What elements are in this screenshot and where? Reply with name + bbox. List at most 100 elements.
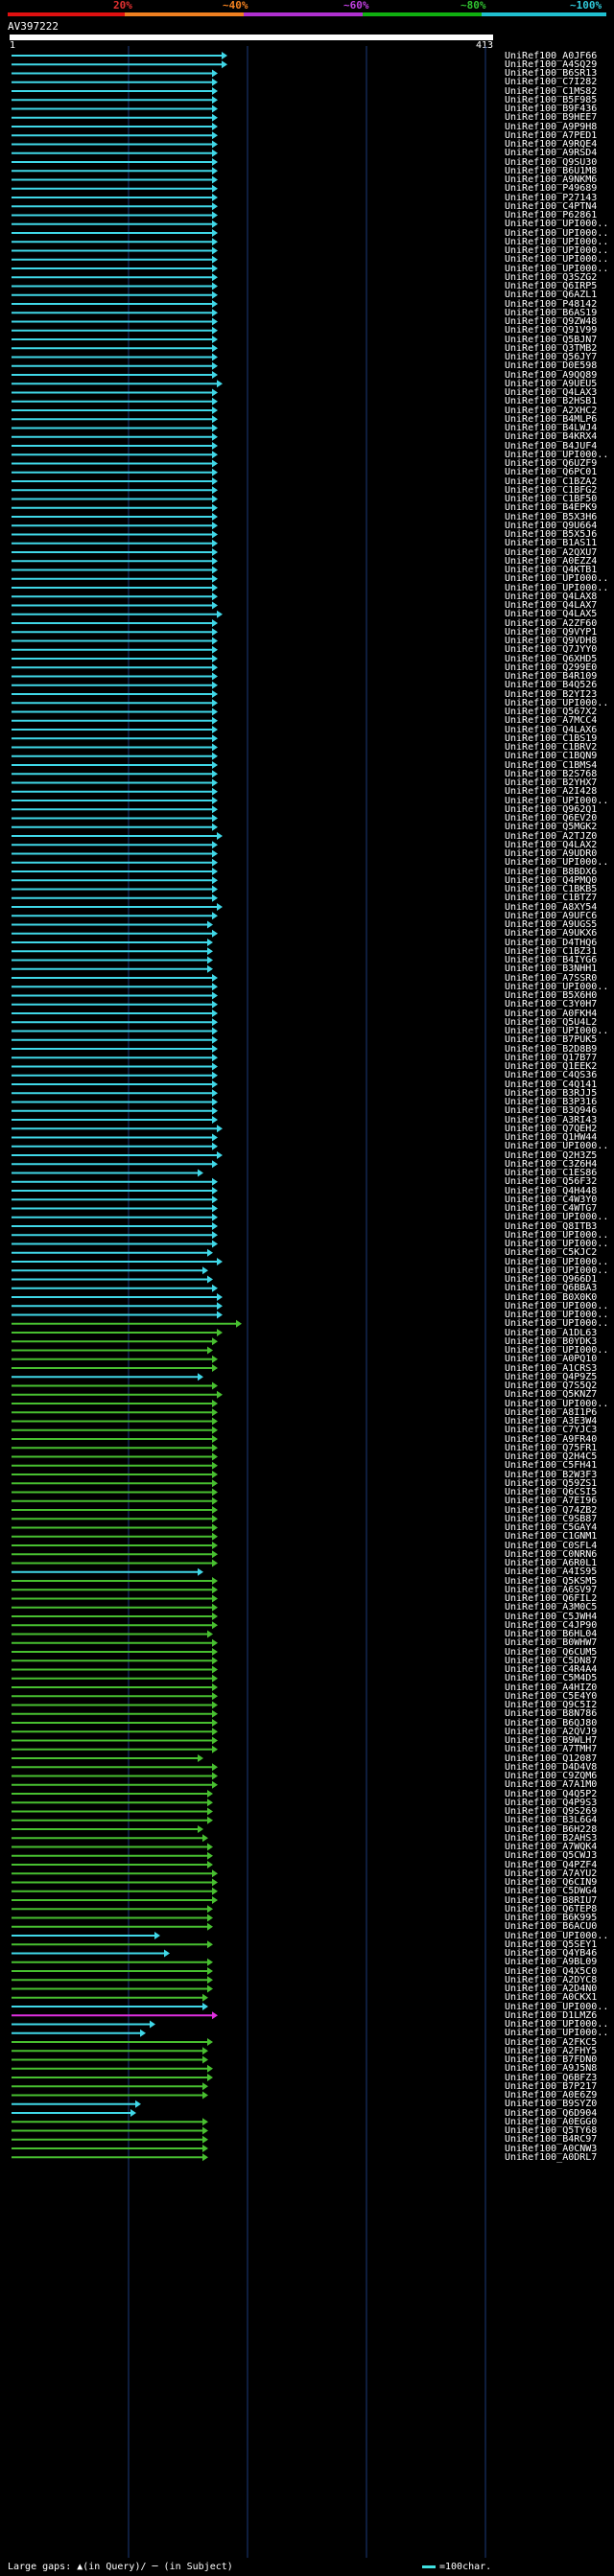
hit-alignment[interactable] (12, 610, 223, 618)
hit-alignment[interactable] (12, 273, 218, 282)
hit-alignment[interactable] (12, 229, 218, 237)
hit-alignment[interactable] (12, 1586, 218, 1594)
hit-alignment[interactable] (12, 743, 218, 752)
hit-alignment[interactable] (12, 1958, 213, 1966)
hit-alignment[interactable] (12, 1461, 218, 1470)
hit-alignment[interactable] (12, 1045, 218, 1053)
hit-alignment[interactable] (12, 265, 218, 272)
hit-alignment[interactable] (12, 1125, 223, 1133)
hit-alignment[interactable] (12, 1133, 218, 1142)
hit-alignment[interactable] (12, 1488, 218, 1497)
hit-alignment[interactable] (12, 1106, 218, 1115)
hit-alignment[interactable] (12, 1613, 218, 1620)
hit-alignment[interactable] (12, 1567, 203, 1576)
hit-alignment[interactable] (12, 1532, 218, 1541)
hit-alignment[interactable] (12, 513, 218, 521)
hit-alignment[interactable] (12, 574, 218, 583)
hit-alignment[interactable] (12, 1071, 218, 1079)
hit-alignment[interactable] (12, 1240, 218, 1248)
hit-alignment[interactable] (12, 2145, 208, 2152)
hit-alignment[interactable] (12, 1754, 203, 1762)
hit-alignment[interactable] (12, 2011, 218, 2020)
hit-alignment[interactable] (12, 1408, 218, 1417)
hit-alignment[interactable] (12, 1390, 223, 1399)
hit-alignment[interactable] (12, 832, 223, 840)
hit-alignment[interactable] (12, 1869, 218, 1878)
hit-alignment[interactable] (12, 548, 218, 556)
hit-alignment[interactable] (12, 1683, 218, 1691)
hit-alignment[interactable] (12, 761, 218, 769)
hit-alignment[interactable] (12, 1417, 218, 1426)
hit-alignment[interactable] (12, 530, 218, 539)
hit-alignment[interactable] (12, 1657, 218, 1665)
hit-alignment[interactable] (12, 947, 213, 956)
hit-alignment[interactable] (12, 1905, 213, 1914)
hit-alignment[interactable] (12, 1337, 218, 1346)
hit-alignment[interactable] (12, 1426, 218, 1434)
hit-alignment[interactable] (12, 2074, 213, 2081)
hit-alignment[interactable] (12, 601, 218, 610)
hit-alignment[interactable] (12, 1187, 218, 1195)
hit-alignment[interactable] (12, 2091, 208, 2100)
hit-alignment[interactable] (12, 655, 218, 662)
hit-alignment[interactable] (12, 184, 218, 193)
hit-alignment[interactable] (12, 1638, 218, 1647)
hit-alignment[interactable] (12, 282, 218, 290)
hit-alignment[interactable] (12, 1630, 213, 1638)
hit-alignment[interactable] (12, 1169, 203, 1177)
hit-alignment[interactable] (12, 1594, 218, 1603)
hit-alignment[interactable] (12, 522, 218, 530)
hit-alignment[interactable] (12, 1400, 218, 1407)
hit-alignment[interactable] (12, 202, 218, 211)
hit-alignment[interactable] (12, 123, 218, 130)
hit-alignment[interactable] (12, 2100, 141, 2108)
hit-alignment[interactable] (12, 584, 218, 592)
hit-alignment[interactable] (12, 1692, 218, 1701)
hit-alignment[interactable] (12, 424, 218, 432)
hit-alignment[interactable] (12, 1018, 218, 1027)
hit-alignment[interactable] (12, 69, 218, 78)
hit-alignment[interactable] (12, 2029, 146, 2037)
hit-alignment[interactable] (12, 690, 218, 698)
hit-alignment[interactable] (12, 140, 218, 149)
hit-alignment[interactable] (12, 1116, 218, 1124)
hit-alignment[interactable] (12, 770, 218, 778)
hit-alignment[interactable] (12, 1080, 218, 1088)
hit-alignment[interactable] (12, 1098, 218, 1106)
hit-alignment[interactable] (12, 451, 218, 459)
hit-alignment[interactable] (12, 175, 218, 184)
hit-alignment[interactable] (12, 1887, 218, 1895)
hit-alignment[interactable] (12, 823, 218, 831)
hit-alignment[interactable] (12, 1515, 218, 1523)
hit-alignment[interactable] (12, 52, 227, 59)
hit-alignment[interactable] (12, 1799, 213, 1807)
hit-alignment[interactable] (12, 238, 218, 246)
hit-alignment[interactable] (12, 672, 218, 681)
hit-alignment[interactable] (12, 1780, 218, 1789)
hit-alignment[interactable] (12, 2047, 208, 2055)
hit-alignment[interactable] (12, 1559, 218, 1567)
hit-alignment[interactable] (12, 486, 218, 495)
hit-alignment[interactable] (12, 1151, 223, 1159)
hit-alignment[interactable] (12, 903, 223, 911)
hit-alignment[interactable] (12, 1816, 213, 1824)
hit-alignment[interactable] (12, 708, 218, 716)
hit-alignment[interactable] (12, 300, 218, 308)
hit-alignment[interactable] (12, 885, 218, 893)
hit-alignment[interactable] (12, 1745, 218, 1753)
hit-alignment[interactable] (12, 778, 218, 787)
hit-alignment[interactable] (12, 964, 213, 973)
hit-alignment[interactable] (12, 1054, 218, 1062)
hit-alignment[interactable] (12, 290, 218, 299)
hit-alignment[interactable] (12, 1160, 218, 1169)
hit-alignment[interactable] (12, 858, 218, 867)
hit-alignment[interactable] (12, 628, 218, 637)
hit-alignment[interactable] (12, 255, 218, 264)
hit-alignment[interactable] (12, 1373, 203, 1381)
hit-alignment[interactable] (12, 1027, 218, 1035)
hit-alignment[interactable] (12, 194, 218, 201)
hit-alignment[interactable] (12, 752, 218, 760)
hit-alignment[interactable] (12, 619, 218, 627)
hit-alignment[interactable] (12, 726, 218, 733)
hit-alignment[interactable] (12, 459, 218, 468)
